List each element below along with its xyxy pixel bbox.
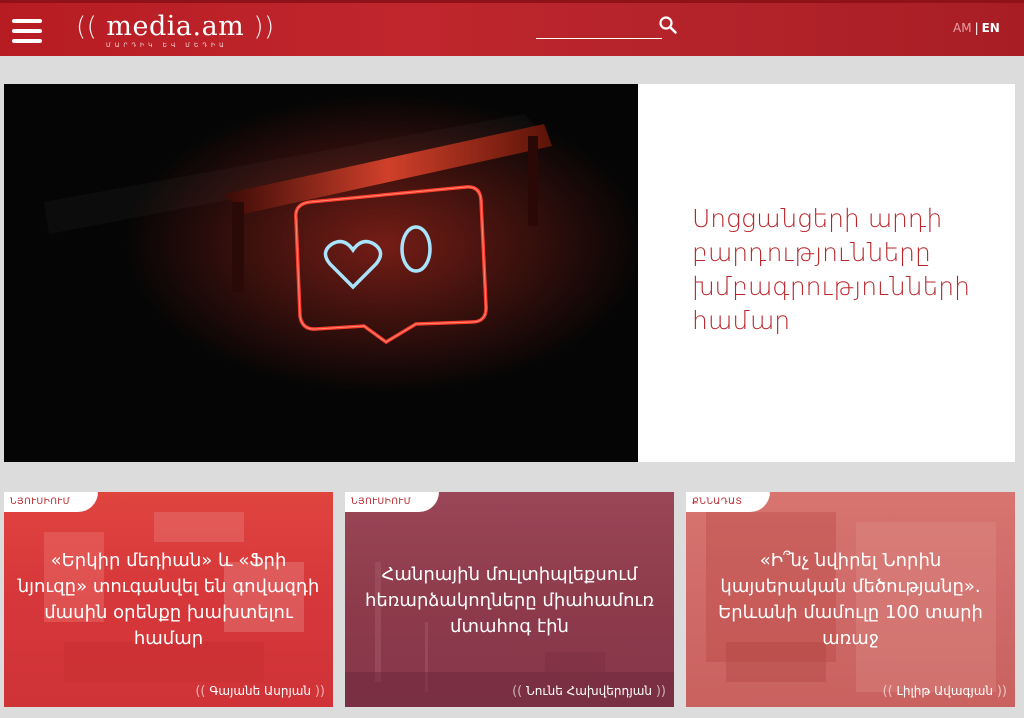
card-author-name[interactable]: Լիլիթ Ավագյան [897,684,993,698]
featured-image[interactable] [4,84,638,462]
card-title[interactable]: Հանրային մուլտիպլեքսում հեռարձակողները մ… [355,562,664,640]
neon-like-sign-icon [4,84,638,462]
article-card[interactable]: ՆՅՈՒՍԻՈՒՄ Հանրային մուլտիպլեքսում հեռարձ… [345,492,674,707]
article-card[interactable]: ՆՅՈՒՍԻՈՒՄ «Երկիր մեդիան» և «Ֆրի նյուզը» … [4,492,333,707]
card-category[interactable]: ՆՅՈՒՍԻՈՒՄ [4,492,99,512]
lang-separator: | [974,21,979,35]
site-header: (( media.am )) ՄԱՐԴԻԿ ԵՎ ՄԵԴԻԱ AM | EN [0,0,1024,56]
paren-open-icon: (( [512,684,523,699]
logo-close-paren-icon: )) [253,12,275,42]
site-logo[interactable]: (( media.am )) ՄԱՐԴԻԿ ԵՎ ՄԵԴԻԱ [76,12,275,50]
lang-en-link[interactable]: EN [982,21,1000,35]
menu-icon[interactable] [12,19,42,43]
featured-article[interactable]: Սոցցանցերի արդի բարդությունները խմբագրու… [4,84,1015,462]
search-icon[interactable] [658,15,678,35]
card-author-name[interactable]: Նունե Հախվերդյան [526,684,652,698]
paren-close-icon: )) [996,684,1007,699]
paren-open-icon: (( [195,684,206,699]
featured-title[interactable]: Սոցցանցերի արդի բարդությունները խմբագրու… [692,202,992,338]
card-title[interactable]: «Ի՞նչ նվիրել Նորին կայսերական մեծությանը… [696,548,1005,652]
language-switcher: AM | EN [953,21,1000,35]
paren-close-icon: )) [655,684,666,699]
card-author[interactable]: (( Նունե Հախվերդյան )) [512,684,666,699]
search-input[interactable] [536,21,662,39]
paren-close-icon: )) [314,684,325,699]
card-title[interactable]: «Երկիր մեդիան» և «Ֆրի նյուզը» տուգանվել … [14,548,323,652]
logo-tagline: ՄԱՐԴԻԿ ԵՎ ՄԵԴԻԱ [106,42,228,49]
paren-open-icon: (( [882,684,893,699]
article-card[interactable]: ՔՆՆԱԴԱՏ «Ի՞նչ նվիրել Նորին կայսերական մե… [686,492,1015,707]
card-category[interactable]: ՔՆՆԱԴԱՏ [686,492,771,512]
card-author-name[interactable]: Գայանե Ասրյան [209,684,311,698]
logo-open-paren-icon: (( [76,12,98,42]
card-author[interactable]: (( Լիլիթ Ավագյան )) [883,684,1007,699]
card-author[interactable]: (( Գայանե Ասրյան )) [195,684,325,699]
card-category[interactable]: ՆՅՈՒՍԻՈՒՄ [345,492,440,512]
logo-text: media.am [106,11,245,42]
lang-am-link[interactable]: AM [953,21,972,35]
